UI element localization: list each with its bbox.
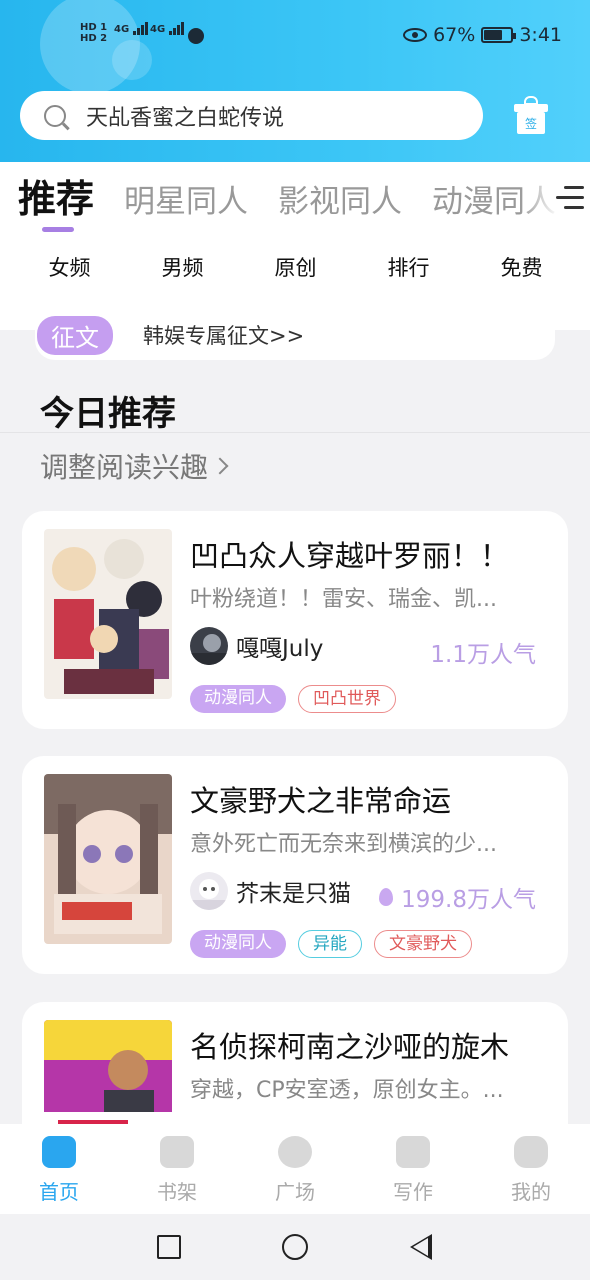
search-text: 天乩香蜜之白蛇传说 (86, 105, 285, 131)
book-cover[interactable] (44, 529, 172, 699)
check-in-gift-button[interactable]: 签 (512, 96, 550, 136)
nav-label: 广场 (275, 1180, 315, 1204)
popularity-value: 199.8万人气 (401, 887, 536, 913)
book-card[interactable]: 凹凸众人穿越叶罗丽！！ 叶粉绕道！！雷安、瑞金、凯... 嘎嘎July 1.1万… (22, 511, 568, 729)
tab-tv-fanfic[interactable]: 影视同人 (278, 179, 402, 225)
network-type-1: 4G (114, 24, 130, 35)
book-description: 穿越，CP安室透，原创女主。... (190, 1078, 504, 1103)
sim2-label: HD 2 (80, 33, 108, 44)
signal-2-icon: 4G (150, 22, 185, 35)
voice-icon (188, 28, 204, 44)
book-cover[interactable] (44, 774, 172, 944)
nav-bookshelf[interactable]: 书架 (118, 1124, 236, 1214)
nav-write[interactable]: 写作 (354, 1124, 472, 1214)
battery-icon (481, 27, 517, 43)
book-description: 叶粉绕道！！雷安、瑞金、凯... (190, 587, 497, 612)
nav-label: 首页 (39, 1180, 79, 1204)
nav-home[interactable]: 首页 (0, 1124, 118, 1214)
category-tabs: 推荐 明星同人 影视同人 动漫同人 (18, 176, 590, 226)
divider (0, 432, 590, 433)
nav-label: 我的 (511, 1180, 551, 1204)
promo-badge: 征文 (37, 315, 113, 355)
clock: 3:41 (519, 24, 562, 46)
book-description: 意外死亡而无奈来到横滨的少... (190, 832, 497, 857)
fire-icon (379, 888, 394, 906)
home-button-icon[interactable] (282, 1234, 308, 1260)
planet-icon (278, 1136, 312, 1168)
eye-icon (403, 28, 428, 42)
tag-list: 动漫同人 异能 文豪野犬 (190, 930, 472, 958)
author-name: 嘎嘎July (236, 636, 324, 662)
popularity: 1.1万人气 (430, 635, 536, 669)
network-type-2: 4G (150, 24, 166, 35)
promo-text: 韩娱专属征文>> (143, 324, 305, 348)
nav-label: 书架 (157, 1180, 197, 1204)
tag[interactable]: 动漫同人 (190, 685, 286, 713)
pen-icon (396, 1136, 430, 1168)
search-icon (44, 104, 66, 127)
promo-banner[interactable]: 征文 韩娱专属征文>> (35, 310, 555, 360)
author-row[interactable]: 嘎嘎July (190, 625, 323, 667)
book-title: 文豪野犬之非常命运 (190, 784, 452, 818)
active-tab-indicator (42, 227, 74, 232)
battery-percent: 67% (433, 24, 476, 46)
recent-apps-icon[interactable] (157, 1235, 181, 1259)
gift-lid (514, 104, 548, 112)
subnav-original[interactable]: 原创 (239, 252, 352, 282)
bottom-navigation: 首页 书架 广场 写作 我的 (0, 1124, 590, 1214)
tag[interactable]: 文豪野犬 (374, 930, 472, 958)
status-bar: HD 1 HD 2 4G 4G 67% 3:41 (0, 18, 590, 58)
signal-1-icon: 4G (114, 22, 149, 35)
home-icon (42, 1136, 76, 1168)
adjust-interest-label: 调整阅读兴趣 (40, 451, 209, 484)
tag[interactable]: 凹凸世界 (298, 685, 396, 713)
chat-bubble-icon (514, 1136, 548, 1168)
popularity: 199.8万人气 (379, 880, 536, 914)
subnav-free[interactable]: 免费 (465, 252, 578, 282)
bookshelf-icon (160, 1136, 194, 1168)
tag-list: 动漫同人 凹凸世界 (190, 685, 396, 713)
back-icon[interactable] (410, 1234, 432, 1260)
chevron-right-icon (211, 457, 229, 475)
search-input[interactable]: 天乩香蜜之白蛇传说 (20, 91, 483, 140)
author-row[interactable]: 芥末是只猫 (190, 870, 351, 912)
nav-label: 写作 (393, 1180, 433, 1204)
tag[interactable]: 动漫同人 (190, 930, 286, 958)
nav-square[interactable]: 广场 (236, 1124, 354, 1214)
section-title: 今日推荐 (40, 394, 176, 434)
adjust-interest-link[interactable]: 调整阅读兴趣 (40, 446, 229, 486)
subnav-ranking[interactable]: 排行 (352, 252, 465, 282)
tag[interactable]: 异能 (298, 930, 362, 958)
tab-star-fanfic[interactable]: 明星同人 (124, 179, 248, 225)
book-title: 名侦探柯南之沙哑的旋木 (190, 1030, 510, 1064)
nav-mine[interactable]: 我的 (472, 1124, 590, 1214)
sim-labels: HD 1 HD 2 (80, 22, 107, 44)
tab-recommend[interactable]: 推荐 (18, 176, 94, 222)
popularity-value: 1.1万人气 (430, 642, 536, 668)
sim1-label: HD 1 (80, 22, 108, 33)
book-card[interactable]: 文豪野犬之非常命运 意外死亡而无奈来到横滨的少... 芥末是只猫 199.8万人… (22, 756, 568, 974)
system-navigation-bar (0, 1214, 590, 1280)
avatar (190, 872, 228, 910)
menu-icon[interactable] (556, 186, 584, 212)
sub-navigation: 女频 男频 原创 排行 免费 (0, 252, 590, 282)
avatar (190, 627, 228, 665)
subnav-male[interactable]: 男频 (126, 252, 239, 282)
subnav-female[interactable]: 女频 (13, 252, 126, 282)
author-name: 芥末是只猫 (236, 881, 351, 907)
gift-icon: 签 (517, 112, 545, 134)
book-title: 凹凸众人穿越叶罗丽！！ (190, 539, 510, 573)
